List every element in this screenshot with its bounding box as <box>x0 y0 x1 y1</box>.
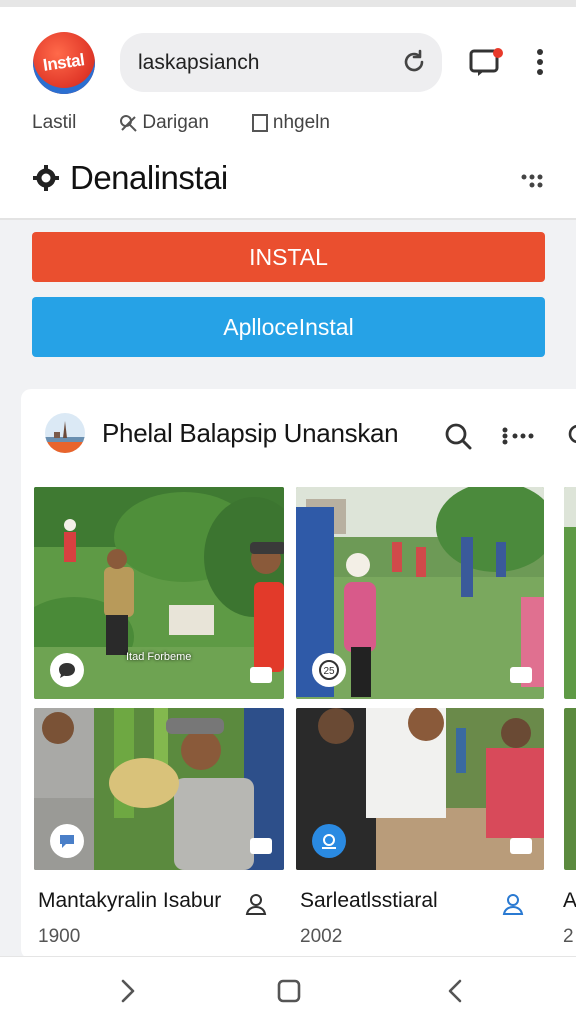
subnav-item-nhgeln[interactable]: nhgeln <box>251 112 330 134</box>
address-bar[interactable]: laskapsianch <box>120 33 442 92</box>
address-bar-text: laskapsianch <box>138 50 260 74</box>
photo-count-badge <box>250 838 272 854</box>
gear-icon[interactable] <box>32 164 60 192</box>
header-divider <box>0 218 576 220</box>
app-logo[interactable]: Instal <box>33 32 95 94</box>
item-title[interactable]: Sarleatlsstiaral <box>300 889 438 913</box>
more-icon[interactable] <box>520 172 544 190</box>
chat-icon[interactable] <box>50 653 84 687</box>
item-title[interactable]: A <box>563 889 576 913</box>
person-icon[interactable] <box>500 891 526 917</box>
system-nav-bar <box>0 956 576 1024</box>
checkbox-icon <box>251 114 268 132</box>
card-header: Phelal Balapsip Unanskan <box>45 413 399 453</box>
photo-count-badge <box>510 667 532 683</box>
top-header: Instal laskapsianch Lastil Darigan nhgel… <box>0 0 576 218</box>
app-install-button[interactable]: AplloceInstal <box>32 297 545 357</box>
person-icon[interactable] <box>243 891 269 917</box>
photo-tile[interactable] <box>34 708 284 870</box>
logo-text: Instal <box>42 50 86 75</box>
photo-count-badge <box>510 838 532 854</box>
chat-icon[interactable] <box>50 824 84 858</box>
cross-icon <box>120 115 138 132</box>
search-icon[interactable] <box>566 423 576 449</box>
chat-icon[interactable]: 25 <box>312 653 346 687</box>
back-icon[interactable] <box>442 977 468 1005</box>
sub-navigation: Lastil Darigan nhgeln <box>32 111 372 135</box>
photo-tile-partial[interactable] <box>564 708 576 870</box>
page-title: Denalinstai <box>70 159 228 196</box>
forward-icon[interactable] <box>115 977 141 1005</box>
chat-icon[interactable] <box>312 824 346 858</box>
avatar[interactable] <box>45 413 85 453</box>
home-icon[interactable] <box>276 977 302 1005</box>
item-year: 1900 <box>38 926 81 947</box>
install-button[interactable]: INSTAL <box>32 232 545 282</box>
more-vert-icon[interactable] <box>530 47 550 77</box>
subnav-label: nhgeln <box>272 112 330 133</box>
subnav-item-darigan[interactable]: Darigan <box>118 112 209 134</box>
subnav-label: Darigan <box>142 112 209 133</box>
subnav-item-lastil[interactable]: Lastil <box>32 112 76 134</box>
photo-tile[interactable]: Itad Forbeme <box>34 487 284 699</box>
tab-switcher-icon[interactable] <box>469 47 503 77</box>
item-year: 2 <box>563 926 574 947</box>
card-title: Phelal Balapsip Unanskan <box>102 417 399 448</box>
search-icon[interactable] <box>444 422 472 450</box>
subnav-label: Lastil <box>32 112 77 133</box>
page-heading: Denalinstai <box>32 159 228 197</box>
svg-text:25: 25 <box>323 666 335 677</box>
photo-tile[interactable] <box>296 708 544 870</box>
photo-image <box>564 708 576 870</box>
item-title[interactable]: Mantakyralin Isabur <box>38 889 221 913</box>
item-year: 2002 <box>300 926 343 947</box>
reload-icon[interactable] <box>400 48 428 76</box>
photo-image <box>564 487 576 699</box>
photo-count-badge <box>250 667 272 683</box>
photo-tile-partial[interactable] <box>564 487 576 699</box>
more-icon[interactable] <box>501 426 535 446</box>
photo-tile[interactable]: 25 <box>296 487 544 699</box>
photo-caption: Itad Forbeme <box>126 651 192 663</box>
avatar-image <box>45 413 85 453</box>
